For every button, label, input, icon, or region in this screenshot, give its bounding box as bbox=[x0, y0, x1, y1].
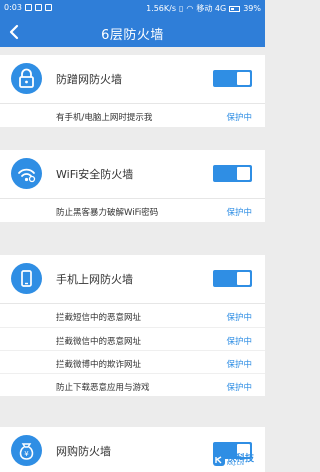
status-label: 保护中 bbox=[226, 383, 252, 393]
status-label: 保护中 bbox=[226, 208, 252, 218]
watermark-logo: 快科技 KKJ.CN bbox=[211, 450, 263, 470]
money-bag-icon: ¥ bbox=[19, 443, 34, 460]
toggle-knob bbox=[237, 72, 250, 85]
list-item: 防止下载恶意应用与游戏 保护中 bbox=[0, 373, 265, 396]
status-label: 保护中 bbox=[226, 360, 252, 370]
kkj-logo-icon bbox=[213, 454, 225, 466]
list-item: 防止黑客暴力破解WiFi密码 保护中 bbox=[0, 199, 265, 222]
item-label: 防止黑客暴力破解WiFi密码 bbox=[56, 208, 159, 218]
section-icon-circle bbox=[11, 158, 42, 189]
toggle-knob bbox=[237, 272, 250, 285]
section-wifi-security: WiFi安全防火墙 防止黑客暴力破解WiFi密码 保护中 bbox=[0, 150, 265, 222]
list-item: 拦截微信中的恶意网址 保护中 bbox=[0, 327, 265, 350]
page-title: 6层防火墙 bbox=[101, 28, 164, 43]
status-bar: 0:03 1.56K/s ▯ ◠ 移动 4G 39% bbox=[0, 0, 265, 17]
svg-text:¥: ¥ bbox=[24, 450, 29, 458]
notification-icon bbox=[34, 4, 42, 11]
notification-icon bbox=[44, 4, 52, 11]
section-icon-circle bbox=[11, 263, 42, 294]
item-label: 拦截微信中的恶意网址 bbox=[56, 337, 142, 347]
notification-icon bbox=[24, 4, 32, 11]
battery-icon bbox=[229, 5, 241, 12]
phone-icon bbox=[21, 270, 32, 287]
status-label: 保护中 bbox=[226, 113, 252, 123]
wifi-icon bbox=[18, 168, 36, 183]
status-label: 保护中 bbox=[226, 337, 252, 347]
vibrate-icon: ▯ bbox=[178, 4, 184, 13]
item-label: 拦截短信中的恶意网址 bbox=[56, 313, 142, 323]
anti-leech-toggle[interactable] bbox=[213, 70, 252, 87]
status-label: 保护中 bbox=[226, 313, 252, 323]
section-title: 网购防火墙 bbox=[56, 445, 111, 458]
title-bar: 6层防火墙 bbox=[0, 17, 265, 47]
lock-icon bbox=[19, 68, 34, 88]
wifi-status-icon: ◠ bbox=[186, 4, 194, 13]
section-header: WiFi安全防火墙 bbox=[0, 150, 265, 198]
section-title: WiFi安全防火墙 bbox=[56, 168, 134, 181]
list-item: 有手机/电脑上网时提示我 保护中 bbox=[0, 104, 265, 127]
section-icon-circle: ¥ bbox=[11, 435, 42, 466]
section-icon-circle bbox=[11, 63, 42, 94]
mobile-browsing-toggle[interactable] bbox=[213, 270, 252, 287]
section-anti-leech: 防蹭网防火墙 有手机/电脑上网时提示我 保护中 bbox=[0, 55, 265, 127]
item-label: 有手机/电脑上网时提示我 bbox=[56, 113, 153, 123]
section-header: 防蹭网防火墙 bbox=[0, 55, 265, 103]
watermark-subtext: KKJ.CN bbox=[227, 461, 244, 467]
item-label: 防止下载恶意应用与游戏 bbox=[56, 383, 150, 393]
list-item: 拦截微博中的欺诈网址 保护中 bbox=[0, 350, 265, 373]
battery-level: 39% bbox=[243, 4, 261, 13]
section-mobile-browsing: 手机上网防火墙 拦截短信中的恶意网址 保护中 拦截微信中的恶意网址 保护中 拦截… bbox=[0, 255, 265, 396]
network-speed: 1.56K/s bbox=[146, 4, 176, 13]
wifi-security-toggle[interactable] bbox=[213, 165, 252, 182]
status-time: 0:03 bbox=[4, 3, 22, 12]
toggle-knob bbox=[237, 167, 250, 180]
carrier-label: 移动 4G bbox=[196, 4, 227, 13]
section-title: 防蹭网防火墙 bbox=[56, 73, 122, 86]
item-label: 拦截微博中的欺诈网址 bbox=[56, 360, 142, 370]
list-item: 拦截短信中的恶意网址 保护中 bbox=[0, 304, 265, 327]
section-title: 手机上网防火墙 bbox=[56, 273, 133, 286]
section-header: 手机上网防火墙 bbox=[0, 255, 265, 303]
